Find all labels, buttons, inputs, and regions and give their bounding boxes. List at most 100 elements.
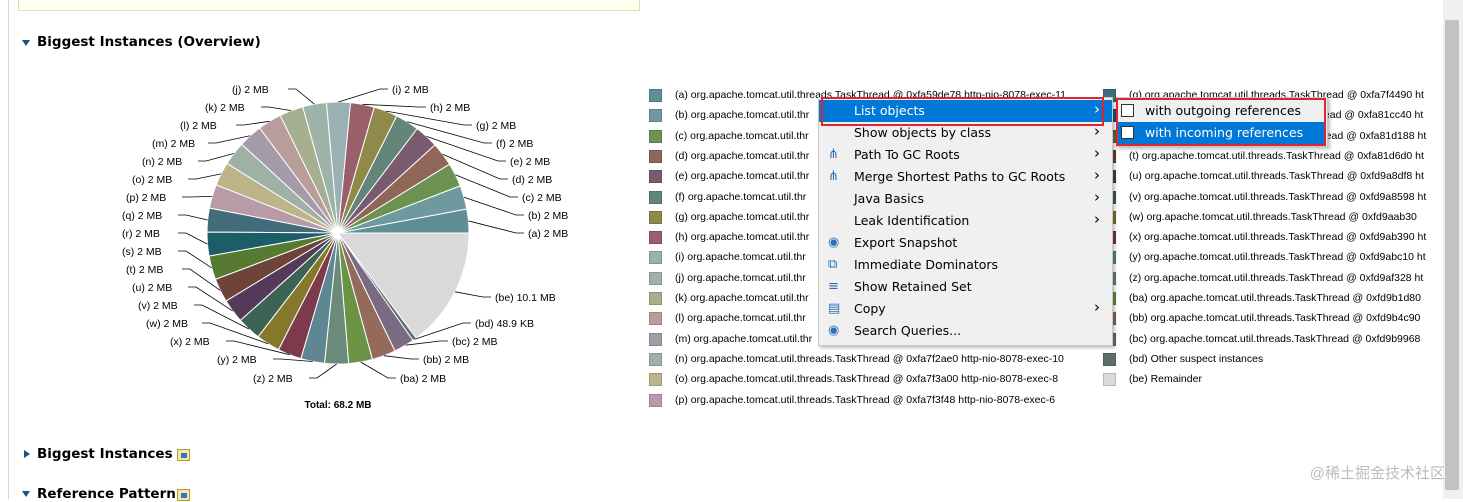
pie-label-b: (b) 2 MB: [528, 210, 568, 222]
pie-label-i: (i) 2 MB: [392, 84, 429, 96]
details-icon[interactable]: [177, 489, 190, 501]
pie-label-o: (o) 2 MB: [132, 174, 172, 186]
legend-label: (i) org.apache.tomcat.util.thr: [675, 251, 806, 264]
pie-leader-n: [198, 153, 234, 162]
legend-swatch: [649, 251, 662, 265]
database-icon: ◉: [828, 235, 840, 250]
copy-icon: ▤: [828, 301, 841, 316]
section-biggest-title[interactable]: Biggest Instances: [37, 446, 173, 462]
legend-label: (x) org.apache.tomcat.util.threads.TaskT…: [1129, 231, 1427, 244]
pie-chart: (a) 2 MB (b) 2 MB (c) 2 MB (d) 2 MB (e) 2 MB…: [122, 84, 568, 411]
menu-item-path-to-gc-roots[interactable]: ⋔ Path To GC Roots ›: [819, 144, 1112, 166]
legend-label: (n) org.apache.tomcat.util.threads.TaskT…: [675, 352, 1064, 365]
pie-label-q: (q) 2 MB: [122, 210, 162, 222]
menu-item-immediate-dominators[interactable]: ⧉ Immediate Dominators: [819, 254, 1112, 276]
details-icon[interactable]: [177, 449, 190, 461]
watermark: @稀土掘金技术社区: [1309, 465, 1445, 482]
menu-item-label: Search Queries...: [854, 323, 962, 338]
legend-label: (ba) org.apache.tomcat.util.threads.Task…: [1129, 292, 1421, 304]
legend-swatch: [649, 231, 662, 245]
legend-label: (u) org.apache.tomcat.util.threads.TaskT…: [1129, 170, 1424, 183]
pie-label-bb: (bb) 2 MB: [423, 354, 469, 366]
pie-label-c: (c) 2 MB: [522, 192, 562, 204]
menu-item-label: Java Basics: [854, 191, 924, 206]
pie-label-be: (be) 10.1 MB: [495, 292, 556, 304]
pie-label-d: (d) 2 MB: [512, 174, 552, 186]
legend-swatch: [1103, 373, 1116, 387]
menu-item-copy[interactable]: ▤ Copy ›: [819, 298, 1112, 320]
pie-label-v: (v) 2 MB: [138, 300, 178, 312]
legend-label: (p) org.apache.tomcat.util.threads.TaskT…: [675, 393, 1056, 406]
menu-item-merge-shortest-paths-to-gc-roots[interactable]: ⋔ Merge Shortest Paths to GC Roots ›: [819, 166, 1112, 188]
menu-item-export-snapshot[interactable]: ◉ Export Snapshot: [819, 232, 1112, 254]
pie-leader-c: [455, 174, 518, 198]
pie-leader-p: [182, 195, 213, 198]
pie-label-h: (h) 2 MB: [430, 102, 470, 114]
legend-label: (h) org.apache.tomcat.util.thr: [675, 231, 810, 244]
legend-label: (j) org.apache.tomcat.util.thr: [675, 271, 806, 284]
menu-item-show-retained-set[interactable]: ≡ Show Retained Set: [819, 276, 1112, 298]
section-reference-title[interactable]: Reference Pattern: [37, 486, 176, 502]
scrollbar-thumb[interactable]: [1445, 20, 1459, 490]
submenu-arrow-icon: ›: [1094, 188, 1100, 206]
legend-label: (b) org.apache.tomcat.util.thr: [675, 109, 810, 122]
pie-label-p: (p) 2 MB: [126, 192, 166, 204]
pie-leader-o: [188, 173, 222, 180]
legend-label: (bb) org.apache.tomcat.util.threads.Task…: [1129, 312, 1421, 325]
legend-label: (e) org.apache.tomcat.util.thr: [675, 170, 810, 183]
pie-leader-q: [178, 214, 208, 221]
legend-swatch: [649, 373, 662, 387]
menu-item-label: Show objects by class: [854, 125, 992, 140]
pie-leader-k: [261, 106, 292, 112]
legend-swatch: [1103, 352, 1116, 366]
pie-label-s: (s) 2 MB: [122, 246, 162, 258]
pie-label-t: (t) 2 MB: [126, 264, 163, 276]
pie-label-g: (g) 2 MB: [476, 120, 516, 132]
legend-label: (o) org.apache.tomcat.util.threads.TaskT…: [675, 373, 1059, 386]
legend-label: (l) org.apache.tomcat.util.thr: [675, 312, 806, 325]
pie-label-r: (r) 2 MB: [122, 228, 160, 240]
menu-item-leak-identification[interactable]: Leak Identification ›: [819, 210, 1112, 232]
menu-item-label: Path To GC Roots: [854, 147, 960, 162]
pie-leader-b: [463, 196, 524, 216]
pie-leader-bb: [383, 355, 419, 360]
pie-label-n: (n) 2 MB: [142, 156, 182, 168]
highlight-list-objects: [821, 97, 1104, 126]
pie-leader-ba: [360, 361, 396, 379]
pie-label-u: (u) 2 MB: [132, 282, 172, 294]
pie-leader-r: [178, 232, 208, 245]
section-biggest-toggle[interactable]: [24, 450, 30, 458]
pie-label-z: (z) 2 MB: [253, 373, 293, 385]
pie-label-f: (f) 2 MB: [496, 138, 533, 150]
legend-label: (w) org.apache.tomcat.util.threads.TaskT…: [1129, 210, 1417, 223]
legend-label: (d) org.apache.tomcat.util.thr: [675, 149, 810, 162]
menu-item-search-queries[interactable]: ◉ Search Queries...: [819, 320, 1112, 342]
pie-leader-a: [468, 220, 524, 234]
highlight-submenu: [1116, 98, 1326, 146]
menu-item-label: Leak Identification: [854, 213, 970, 228]
expand-down-icon: [22, 491, 30, 497]
pie-label-e: (e) 2 MB: [510, 156, 550, 168]
legend-label: (be) Remainder: [1129, 373, 1202, 386]
menu-item-label: Immediate Dominators: [854, 257, 999, 272]
menu-item-label: Export Snapshot: [854, 235, 958, 250]
legend-swatch: [649, 149, 662, 163]
legend-label: (g) org.apache.tomcat.util.thr: [675, 210, 810, 223]
legend-label: (bd) Other suspect instances: [1129, 352, 1264, 365]
legend-label: (v) org.apache.tomcat.util.threads.TaskT…: [1129, 190, 1427, 203]
pie-leader-s: [178, 250, 212, 269]
pie-label-bd: (bd) 48.9 KB: [475, 318, 534, 330]
pie-leader-z: [309, 363, 337, 379]
menu-item-java-basics[interactable]: Java Basics ›: [819, 188, 1112, 210]
pie-label-x: (x) 2 MB: [170, 336, 210, 348]
submenu-arrow-icon: ›: [1094, 166, 1100, 184]
legend-label: (m) org.apache.tomcat.util.thr: [675, 332, 813, 345]
pie-label-j: (j) 2 MB: [232, 84, 269, 96]
pie-label-y: (y) 2 MB: [217, 354, 257, 366]
menu-item-label: Merge Shortest Paths to GC Roots: [854, 169, 1066, 184]
pie-leader-i: [338, 88, 388, 103]
list-icon: ≡: [828, 279, 839, 294]
section-reference-toggle[interactable]: [22, 491, 30, 497]
pie-label-bc: (bc) 2 MB: [452, 336, 498, 348]
pie-label-w: (w) 2 MB: [146, 318, 188, 330]
